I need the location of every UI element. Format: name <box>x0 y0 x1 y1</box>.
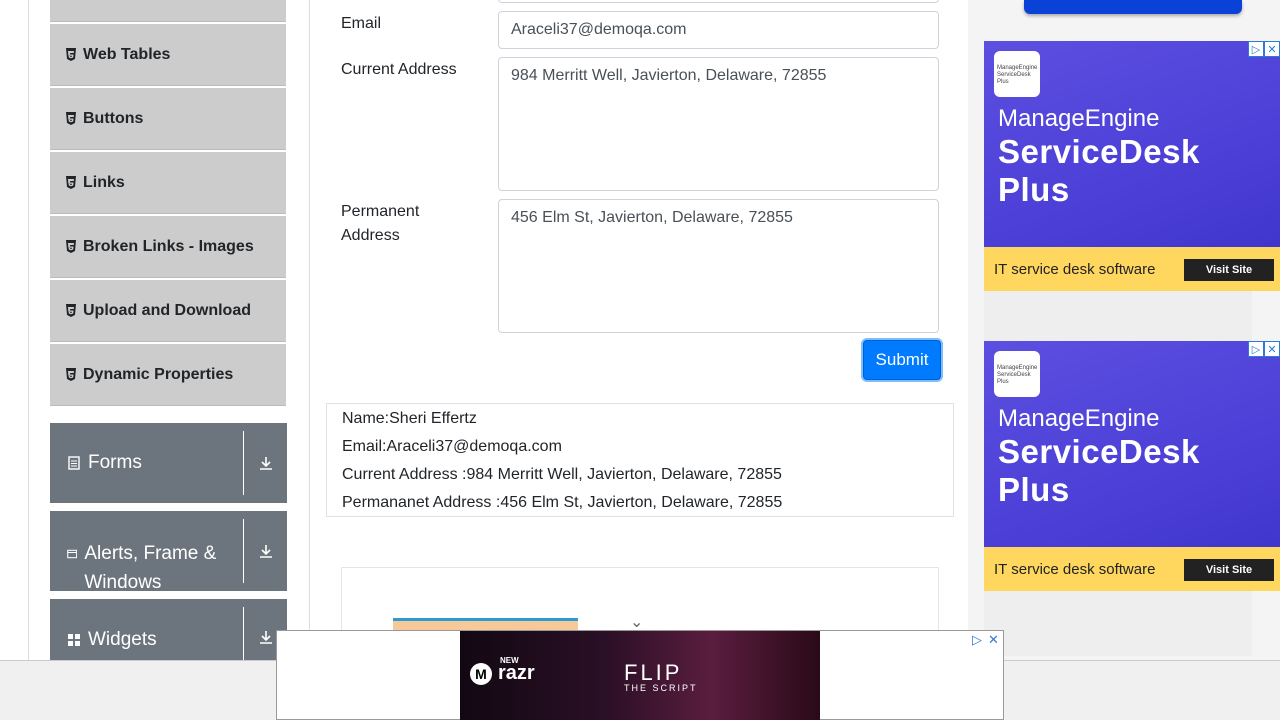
close-icon[interactable]: ✕ <box>1264 341 1280 357</box>
ad-choices-icon[interactable]: ▷ <box>1248 341 1264 357</box>
ad-tagline: IT service desk software <box>994 260 1156 278</box>
ad-choices-icon[interactable]: ▷ <box>1248 41 1264 57</box>
html5-icon <box>66 48 76 61</box>
current-address-label: Current Address <box>341 61 457 78</box>
sidebar-item-previous[interactable] <box>50 0 286 22</box>
banner-subtitle: THE SCRIPT <box>624 683 698 693</box>
submit-button[interactable]: Submit <box>863 340 941 380</box>
permanent-address-field[interactable]: 456 Elm St, Javierton, Delaware, 72855 <box>498 199 939 333</box>
group-header: Alerts, Frame & Windows <box>50 519 244 593</box>
output-permanent-address: Permananet Address :456 Elm St, Javierto… <box>342 494 783 511</box>
group-forms[interactable]: Forms <box>50 423 287 503</box>
banner-brand-prefix: NEW <box>500 656 519 665</box>
sidebar-item-dynamic-properties[interactable]: Dynamic Properties <box>50 344 286 406</box>
ad-footer: IT service desk software Visit Site <box>984 547 1280 591</box>
motorola-icon: M <box>470 662 492 685</box>
ad-choices[interactable]: ▷ ✕ <box>1248 41 1280 57</box>
close-icon[interactable]: ✕ <box>1264 41 1280 57</box>
group-label: Forms <box>88 452 142 473</box>
output-current-address: Current Address :984 Merritt Well, Javie… <box>342 466 782 483</box>
output-panel: Name:Sheri Effertz Email:Araceli37@demoq… <box>326 403 954 517</box>
ad-footer: IT service desk software Visit Site <box>984 247 1280 291</box>
close-icon[interactable]: ✕ <box>988 632 999 648</box>
sidebar-item-label: Web Tables <box>83 45 171 63</box>
group-label: Alerts, Frame & Windows <box>84 543 217 593</box>
expand-toggle[interactable] <box>244 511 287 591</box>
grid-icon <box>68 634 80 646</box>
chevron-down-icon[interactable]: ⌄ <box>630 612 643 632</box>
sidebar-item-web-tables[interactable]: Web Tables <box>50 24 286 86</box>
ad-tagline: IT service desk software <box>994 560 1156 578</box>
output-name: Name:Sheri Effertz <box>342 410 477 427</box>
permanent-address-label: Permanent Address <box>341 203 420 244</box>
ad-pattern <box>984 591 1252 656</box>
document-icon <box>68 456 80 470</box>
ad-brand: ManageEngine <box>998 105 1160 132</box>
ad-product: ServiceDesk Plus <box>998 133 1200 208</box>
html5-icon <box>66 368 76 381</box>
email-field[interactable]: Araceli37@demoqa.com <box>498 11 939 49</box>
output-email: Email:Araceli37@demoqa.com <box>342 438 562 455</box>
download-arrow-icon <box>259 631 272 644</box>
expand-toggle[interactable] <box>244 423 287 503</box>
ad-choices[interactable]: ▷ ✕ <box>1248 341 1280 357</box>
ad-choices-icon[interactable]: ▷ <box>972 632 982 648</box>
sidebar-item-label: Upload and Download <box>83 301 251 319</box>
ad-top-button[interactable] <box>1024 0 1242 14</box>
email-label: Email <box>341 15 382 32</box>
banner-ad-choices[interactable]: ▷ ✕ <box>972 632 999 648</box>
sidebar-item-label: Broken Links - Images <box>83 237 254 255</box>
razr-logo: M NEW razr <box>470 656 535 685</box>
window-icon <box>67 549 78 559</box>
group-label: Widgets <box>88 629 157 650</box>
group-header: Forms <box>50 431 244 495</box>
sidebar-item-links[interactable]: Links <box>50 152 286 214</box>
html5-icon <box>66 304 76 317</box>
sidebar-item-upload-download[interactable]: Upload and Download <box>50 280 286 342</box>
full-name-field[interactable] <box>498 0 939 3</box>
download-arrow-icon <box>259 457 272 470</box>
current-address-field[interactable]: 984 Merritt Well, Javierton, Delaware, 7… <box>498 57 939 191</box>
ad-servicedesk-2[interactable]: ManageEngine ServiceDesk Plus ManageEngi… <box>984 341 1280 591</box>
ad-pattern <box>984 291 1252 341</box>
sidebar-item-label: Buttons <box>83 109 144 127</box>
ad-product: ServiceDesk Plus <box>998 433 1200 508</box>
banner-brand: razr <box>498 662 535 684</box>
sidebar-item-broken-links[interactable]: Broken Links - Images <box>50 216 286 278</box>
sidebar-item-label: Links <box>83 173 125 191</box>
visit-site-button[interactable]: Visit Site <box>1184 259 1274 281</box>
sidebar-item-label: Dynamic Properties <box>83 365 234 383</box>
ad-servicedesk-1[interactable]: ManageEngine ServiceDesk Plus ManageEngi… <box>984 41 1280 291</box>
page: Web Tables Buttons Links Broken Links - … <box>0 0 1280 720</box>
html5-icon <box>66 176 76 189</box>
visit-site-button[interactable]: Visit Site <box>1184 559 1274 581</box>
sidebar-item-buttons[interactable]: Buttons <box>50 88 286 150</box>
ad-logo: ManageEngine ServiceDesk Plus <box>994 351 1040 397</box>
html5-icon <box>66 240 76 253</box>
download-arrow-icon <box>259 545 272 558</box>
group-alerts-frame-windows[interactable]: Alerts, Frame & Windows <box>50 511 287 593</box>
ad-logo: ManageEngine ServiceDesk Plus <box>994 51 1040 97</box>
html5-icon <box>66 112 76 125</box>
ad-brand: ManageEngine <box>998 405 1160 432</box>
